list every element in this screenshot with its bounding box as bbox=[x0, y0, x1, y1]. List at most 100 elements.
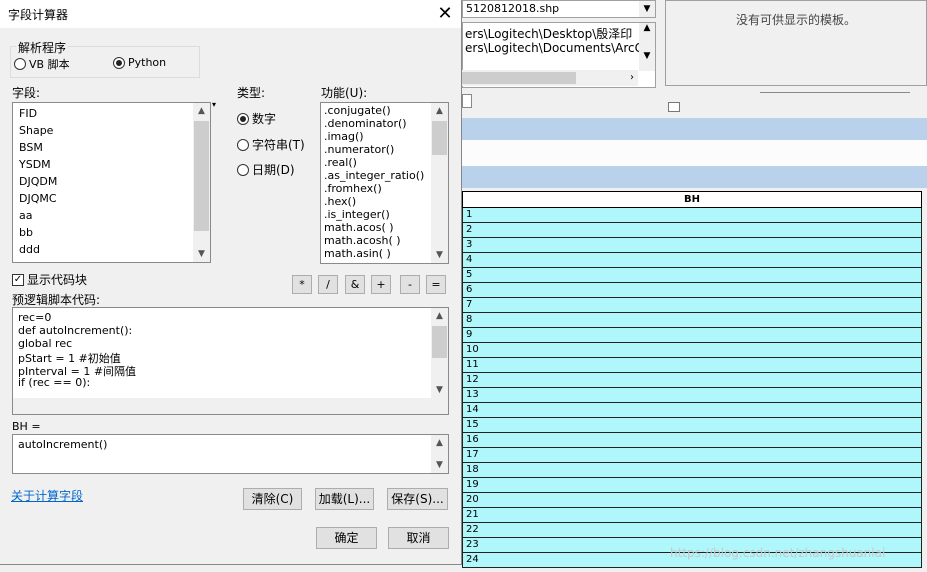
table-row[interactable]: 5 bbox=[462, 268, 922, 283]
operator-divide-button[interactable]: / bbox=[318, 275, 338, 294]
table-row[interactable]: 8 bbox=[462, 313, 922, 328]
table-row[interactable]: 20 bbox=[462, 493, 922, 508]
save-button[interactable]: 保存(S)... bbox=[387, 488, 448, 510]
code-line: if (rec == 0): bbox=[18, 376, 91, 389]
type-label: 类型: bbox=[237, 86, 266, 100]
function-item[interactable]: .hex() bbox=[324, 195, 356, 208]
table-row[interactable]: 6 bbox=[462, 283, 922, 298]
table-row[interactable]: 3 bbox=[462, 238, 922, 253]
tab-handle[interactable] bbox=[462, 94, 472, 108]
code-hscroll[interactable] bbox=[13, 398, 448, 414]
about-calculate-field-link[interactable]: 关于计算字段 bbox=[11, 487, 83, 504]
fields-list[interactable]: FID Shape BSM YSDM DJQDM DJQMC aa bb ddd… bbox=[12, 102, 211, 263]
table-row[interactable]: 15 bbox=[462, 418, 922, 433]
scroll-thumb[interactable] bbox=[432, 121, 447, 155]
table-row[interactable]: 22 bbox=[462, 523, 922, 538]
functions-list[interactable]: .conjugate() .denominator() .imag() .num… bbox=[320, 102, 449, 264]
chevron-up-icon[interactable]: ▲ bbox=[193, 103, 210, 119]
code-vscroll[interactable]: ▲ ▼ bbox=[431, 308, 448, 398]
chevron-up-icon[interactable]: ▲ bbox=[431, 435, 448, 451]
table-row[interactable]: 18 bbox=[462, 463, 922, 478]
table-row[interactable]: 13 bbox=[462, 388, 922, 403]
load-button[interactable]: 加载(L)... bbox=[315, 488, 374, 510]
chevron-down-icon[interactable]: ▼ bbox=[639, 51, 655, 61]
field-item[interactable]: FID bbox=[19, 107, 37, 120]
table-row[interactable]: 21 bbox=[462, 508, 922, 523]
chevron-down-icon[interactable]: ▼ bbox=[431, 382, 448, 398]
table-row[interactable]: 1 bbox=[462, 208, 922, 223]
table-row[interactable]: 17 bbox=[462, 448, 922, 463]
function-item[interactable]: math.acos( ) bbox=[324, 221, 394, 234]
code-line: def autoIncrement(): bbox=[18, 324, 133, 337]
field-item[interactable]: bb bbox=[19, 226, 33, 239]
operator-ampersand-button[interactable]: & bbox=[345, 275, 365, 294]
chevron-down-icon[interactable]: ▼ bbox=[639, 1, 655, 17]
chevron-up-icon[interactable]: ▲ bbox=[431, 308, 448, 324]
ok-button[interactable]: 确定 bbox=[316, 527, 377, 549]
table-row[interactable]: 11 bbox=[462, 358, 922, 373]
expression-input[interactable]: autoIncrement() ▲ ▼ bbox=[12, 434, 449, 474]
field-item[interactable]: DJQDM bbox=[19, 175, 57, 188]
type-string-radio[interactable]: 字符串(T) bbox=[237, 136, 305, 153]
type-number-radio[interactable]: 数字 bbox=[237, 110, 276, 127]
function-item[interactable]: math.asin( ) bbox=[324, 247, 391, 260]
layer-combo-value: 5120812018.shp bbox=[466, 2, 560, 15]
field-item[interactable]: aa bbox=[19, 209, 32, 222]
show-codeblock-checkbox[interactable]: ✓ 显示代码块 bbox=[12, 271, 87, 288]
scroll-thumb[interactable] bbox=[462, 72, 576, 84]
table-row[interactable]: 2 bbox=[462, 223, 922, 238]
scroll-thumb[interactable] bbox=[432, 326, 447, 358]
table-row[interactable]: 9 bbox=[462, 328, 922, 343]
function-item[interactable]: .numerator() bbox=[324, 143, 394, 156]
field-item[interactable]: Shape bbox=[19, 124, 53, 137]
fields-vscroll[interactable]: ▲ ▼ bbox=[193, 103, 210, 262]
clear-button[interactable]: 清除(C) bbox=[243, 488, 302, 510]
functions-vscroll[interactable]: ▲ ▼ bbox=[431, 103, 448, 263]
table-row[interactable]: 19 bbox=[462, 478, 922, 493]
path-line[interactable]: ers\Logitech\Documents\ArcGI bbox=[465, 41, 648, 55]
chevron-down-icon[interactable]: ▼ bbox=[431, 247, 448, 263]
parser-vbscript-radio[interactable]: VB 脚本 bbox=[14, 56, 70, 72]
operator-plus-button[interactable]: + bbox=[371, 275, 391, 294]
function-item[interactable]: .real() bbox=[324, 156, 357, 169]
table-row[interactable]: 16 bbox=[462, 433, 922, 448]
chevron-right-icon[interactable]: › bbox=[624, 70, 640, 86]
field-item[interactable]: ddd bbox=[19, 243, 40, 256]
operator-equals-button[interactable]: = bbox=[426, 275, 446, 294]
chevron-down-icon[interactable]: ▼ bbox=[193, 246, 210, 262]
path-vscroll[interactable]: ▲ ▼ bbox=[639, 23, 655, 71]
function-item[interactable]: .is_integer() bbox=[324, 208, 390, 221]
layer-combo[interactable]: 5120812018.shp ▼ bbox=[462, 0, 656, 18]
pre-logic-code-editor[interactable]: rec=0 def autoIncrement(): global rec pS… bbox=[12, 307, 449, 415]
chevron-up-icon[interactable]: ▲ bbox=[431, 103, 448, 119]
function-item[interactable]: .denominator() bbox=[324, 117, 407, 130]
expression-vscroll[interactable]: ▲ ▼ bbox=[431, 435, 448, 473]
sort-arrow-icon[interactable]: ▾ bbox=[212, 100, 216, 109]
table-row[interactable]: 10 bbox=[462, 343, 922, 358]
field-item[interactable]: DJQMC bbox=[19, 192, 57, 205]
close-icon[interactable]: ✕ bbox=[430, 2, 460, 26]
field-item[interactable]: YSDM bbox=[19, 158, 51, 171]
function-item[interactable]: .imag() bbox=[324, 130, 364, 143]
path-line[interactable]: ers\Logitech\Desktop\殷泽印 bbox=[465, 25, 632, 42]
field-item[interactable]: BSM bbox=[19, 141, 43, 154]
scroll-thumb[interactable] bbox=[194, 121, 209, 231]
chevron-down-icon[interactable]: ▼ bbox=[431, 457, 448, 473]
table-header-bh[interactable]: BH bbox=[462, 191, 922, 208]
table-row[interactable]: 4 bbox=[462, 253, 922, 268]
operator-multiply-button[interactable]: * bbox=[292, 275, 312, 294]
parser-python-radio[interactable]: Python bbox=[113, 56, 166, 69]
function-item[interactable]: .conjugate() bbox=[324, 104, 391, 117]
function-item[interactable]: .fromhex() bbox=[324, 182, 382, 195]
chevron-up-icon[interactable]: ▲ bbox=[639, 23, 655, 33]
function-item[interactable]: .as_integer_ratio() bbox=[324, 169, 424, 182]
table-row[interactable]: 12 bbox=[462, 373, 922, 388]
table-row[interactable]: 14 bbox=[462, 403, 922, 418]
operator-minus-button[interactable]: - bbox=[400, 275, 420, 294]
table-row[interactable]: 7 bbox=[462, 298, 922, 313]
type-date-radio[interactable]: 日期(D) bbox=[237, 161, 295, 178]
function-item[interactable]: math.acosh( ) bbox=[324, 234, 401, 247]
cancel-button[interactable]: 取消 bbox=[388, 527, 449, 549]
path-hscroll[interactable] bbox=[462, 70, 638, 86]
checkbox-label: 显示代码块 bbox=[27, 273, 88, 287]
